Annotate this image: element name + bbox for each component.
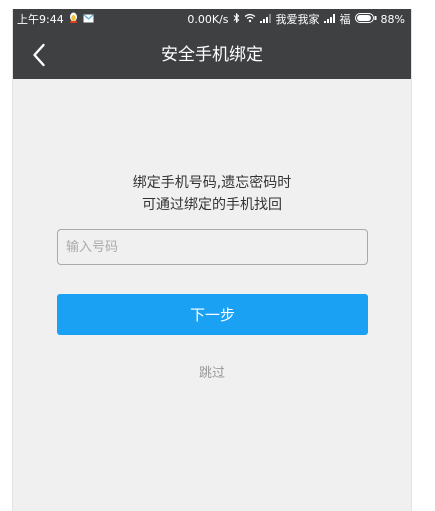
phone-number-input[interactable]: [57, 229, 368, 265]
carrier-2: 福: [339, 13, 351, 26]
carrier-1: 我爱我家: [275, 13, 320, 26]
next-step-button[interactable]: 下一步: [57, 294, 368, 335]
description-line-2: 可通过绑定的手机找回: [142, 197, 282, 213]
status-bar: 上午9:44 0.00K/s 我爱我家 福 88%: [13, 9, 411, 31]
mail-notification-icon: [82, 9, 94, 31]
battery-icon: [354, 9, 377, 31]
skip-link[interactable]: 跳过: [13, 362, 411, 381]
description-line-1: 绑定手机号码,遗忘密码时: [132, 175, 292, 191]
status-time: 上午9:44: [17, 13, 64, 26]
signal-icon-2: [323, 9, 336, 31]
wifi-icon: [244, 9, 256, 31]
battery-level: 88%: [380, 13, 405, 26]
app-header: 安全手机绑定: [13, 31, 411, 79]
description: 绑定手机号码,遗忘密码时 可通过绑定的手机找回: [13, 172, 411, 216]
status-right: 0.00K/s 我爱我家 福 88%: [183, 9, 405, 31]
penguin-notification-icon: [69, 9, 78, 31]
app-screen: 上午9:44 0.00K/s 我爱我家 福 88% 安全手机绑定 绑定手机号码,…: [12, 9, 412, 511]
bluetooth-icon: [233, 9, 240, 31]
signal-icon-1: [259, 9, 272, 31]
page-title: 安全手机绑定: [161, 45, 263, 65]
status-left: 上午9:44: [17, 9, 94, 31]
network-speed: 0.00K/s: [187, 13, 229, 26]
